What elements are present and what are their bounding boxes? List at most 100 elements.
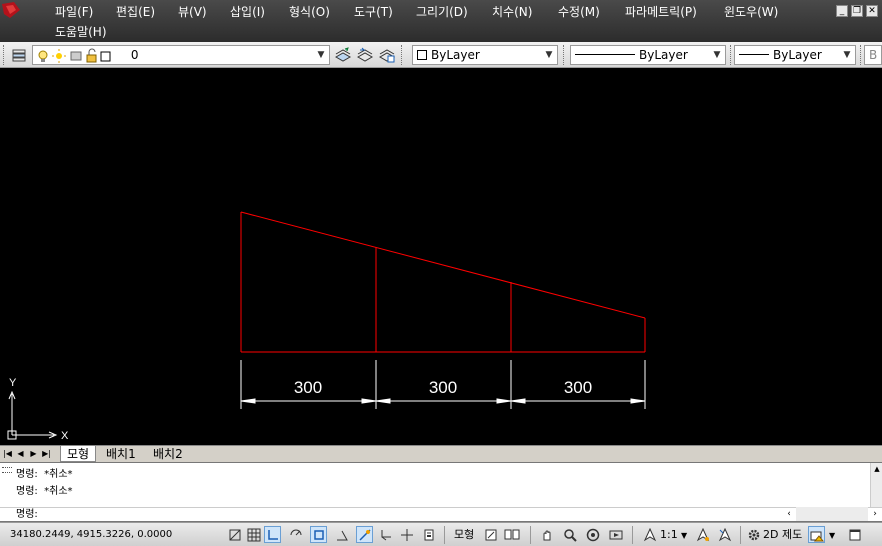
restore-icon[interactable]: ❐ [851,5,863,17]
linetype-preview [575,54,635,55]
chevron-down-icon[interactable]: ▼ [829,530,835,542]
menu-file[interactable]: 파일(F) [55,4,93,20]
model-space-label[interactable]: 모형 [454,529,474,541]
object-snap-icon[interactable] [310,526,327,543]
menu-edit[interactable]: 편집(E) [116,4,155,20]
menu-view[interactable]: 뷰(V) [178,4,207,20]
layer-previous-icon[interactable] [356,46,374,64]
linetype-combo[interactable]: ByLayer ▼ [570,45,726,65]
chevron-down-icon[interactable]: ▼ [543,46,555,64]
command-scrollbar[interactable]: ▲ [870,463,882,507]
infer-constraints-icon[interactable] [226,526,243,543]
command-window-grip[interactable] [2,467,12,473]
quick-view-drawings-icon[interactable] [503,526,520,543]
quick-view-layouts-icon[interactable] [482,526,499,543]
make-current-layer-icon[interactable] [334,46,352,64]
showmotion-icon[interactable] [607,526,624,543]
command-window: 명령: *취소* 명령: *취소* ▲ 명령: ‹ › [0,462,882,522]
color-swatch [417,50,427,60]
dynamic-ucs-icon[interactable] [377,526,394,543]
command-prompt: 명령: [16,509,38,520]
menu-format[interactable]: 형식(O) [289,4,330,20]
next-tab-icon[interactable]: ▶ [28,448,39,460]
dim-arrow [510,398,526,404]
command-history-line: 명령: *취소* [16,486,73,497]
clean-screen-icon[interactable] [846,526,863,543]
steering-wheel-icon[interactable] [584,526,601,543]
toolbar-separator [730,45,733,65]
scroll-right-icon[interactable]: › [868,507,882,521]
chevron-down-icon[interactable]: ▼ [841,46,853,64]
last-tab-icon[interactable]: ▶| [41,448,52,460]
scroll-up-icon[interactable]: ▲ [871,463,882,475]
linetype-value: ByLayer [639,48,688,62]
3d-object-snap-icon[interactable] [333,526,350,543]
lineweight-value: ByLayer [773,48,822,62]
color-value: ByLayer [431,48,480,62]
menu-insert[interactable]: 삽입(I) [230,4,265,20]
layer-states-icon[interactable] [378,46,396,64]
workspace-label[interactable]: 2D 제도 [763,529,802,541]
tab-model[interactable]: 모형 [60,446,97,462]
drawing-svg: 300 300 300 Y X [7,211,646,442]
lock-ui-icon[interactable] [808,526,825,543]
command-hscrollbar[interactable]: ‹ › [782,507,882,521]
status-bar: 34180.2449, 4915.3226, 0.0000 모형 1:1 ▼ 2… [0,522,882,546]
geometry-top-edge[interactable] [240,211,646,319]
autocad-logo-icon[interactable] [0,0,26,22]
chevron-down-icon[interactable]: ▼ [711,46,723,64]
status-separator [530,526,531,544]
toolbar-separator [860,45,863,65]
zoom-icon[interactable] [561,526,578,543]
object-snap-tracking-icon[interactable] [356,526,373,543]
polar-tracking-icon[interactable] [287,526,304,543]
plotstyle-combo[interactable]: B [864,45,882,65]
layer-combo[interactable]: 0 ▼ [32,45,330,65]
workspace-gear-icon[interactable] [745,526,762,543]
dynamic-input-icon[interactable] [398,526,415,543]
dimension-text-3[interactable]: 300 [564,378,592,397]
ortho-mode-icon[interactable] [264,526,281,543]
ucs-y-label: Y [9,377,17,389]
coordinate-readout[interactable]: 34180.2449, 4915.3226, 0.0000 [10,529,172,541]
window-controls: _ ❐ ✕ [836,5,878,17]
menu-modify[interactable]: 수정(M) [558,4,600,20]
prev-tab-icon[interactable]: ◀ [15,448,26,460]
menu-help[interactable]: 도움말(H) [55,24,107,40]
menu-tools[interactable]: 도구(T) [354,4,393,20]
chevron-down-icon[interactable]: ▼ [315,46,327,64]
dimension-text-2[interactable]: 300 [429,378,457,397]
pan-icon[interactable] [538,526,555,543]
layer-manager-icon[interactable] [10,46,28,64]
chevron-down-icon[interactable]: ▼ [681,530,687,542]
menu-dimension[interactable]: 치수(N) [492,4,532,20]
auto-scale-icon[interactable] [716,526,733,543]
color-combo[interactable]: ByLayer ▼ [412,45,558,65]
annotation-scale-value[interactable]: 1:1 [660,529,678,541]
dim-arrow [375,398,391,404]
first-tab-icon[interactable]: |◀ [2,448,13,460]
status-separator [632,526,633,544]
minimize-icon[interactable]: _ [836,5,848,17]
toolbar-grip[interactable] [3,45,6,65]
menu-parametric[interactable]: 파라메트릭(P) [625,4,697,20]
tab-layout2[interactable]: 배치2 [147,446,189,462]
tab-layout1[interactable]: 배치1 [100,446,142,462]
command-input[interactable]: 명령: [0,507,882,521]
toolbar-separator [563,45,566,65]
lineweight-display-icon[interactable] [420,526,437,543]
annotation-scale-icon[interactable] [641,526,658,543]
drawing-canvas[interactable]: 300 300 300 Y X [0,68,882,445]
layout-tab-bar: |◀ ◀ ▶ ▶| 모형 배치1 배치2 [0,445,882,462]
grid-icon[interactable] [245,526,262,543]
lineweight-combo[interactable]: ByLayer ▼ [734,45,856,65]
annotation-visibility-icon[interactable] [694,526,711,543]
scroll-track[interactable] [796,507,868,521]
dim-arrow [240,398,256,404]
menu-draw[interactable]: 그리기(D) [416,4,468,20]
menu-window[interactable]: 윈도우(W) [724,4,778,20]
dimension-text-1[interactable]: 300 [294,378,322,397]
close-icon[interactable]: ✕ [866,5,878,17]
command-history-line: 명령: *취소* [16,469,73,480]
scroll-left-icon[interactable]: ‹ [782,507,796,521]
